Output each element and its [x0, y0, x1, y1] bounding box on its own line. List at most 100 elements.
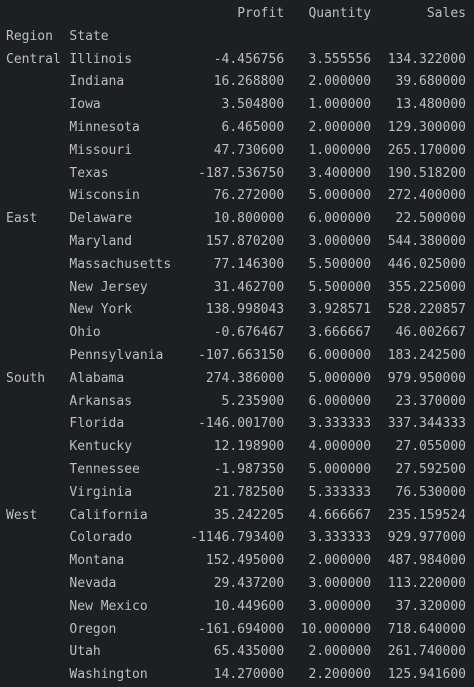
region-cell [0, 71, 69, 94]
sales-cell: 27.592500 [395, 461, 466, 477]
state-cell: Montana [69, 553, 125, 569]
quantity-cell: 3.000000 [308, 233, 372, 249]
state-cell: Wisconsin [69, 188, 140, 204]
table-row: West California 35.242205 4.666667 235.15952… [0, 505, 474, 528]
quantity-cell: 3.555556 [308, 51, 372, 67]
sales-cell: 337.344333 [387, 416, 466, 432]
quantity-cell: 6.000000 [308, 393, 372, 409]
sales-cell: 113.220000 [387, 575, 466, 591]
profit-cell: 157.870200 [205, 233, 285, 249]
profit-cell: -161.694000 [198, 621, 285, 637]
profit-cell: -107.663150 [198, 347, 285, 363]
index-header-blank-sales [371, 26, 474, 49]
sales-cell: 544.380000 [387, 233, 466, 249]
table-row: Colorado -1146.793400 3.333333 929.977000 [0, 527, 474, 550]
region-cell [0, 619, 69, 642]
profit-cell: 10.800000 [213, 211, 285, 227]
state-cell: Missouri [69, 142, 133, 158]
sales-cell: 183.242500 [387, 347, 466, 363]
table-row: Virginia 21.782500 5.333333 76.530000 [0, 482, 474, 505]
quantity-cell: 2.000000 [308, 553, 372, 569]
region-cell [0, 254, 69, 277]
column-header-empty-region [0, 3, 69, 26]
region-cell [0, 550, 69, 573]
index-header-state: State [69, 28, 109, 44]
index-header-blank-profit [179, 26, 284, 49]
state-cell: New York [69, 302, 133, 318]
quantity-cell: 4.000000 [308, 439, 372, 455]
quantity-cell: 2.200000 [308, 667, 372, 683]
state-cell: Kentucky [69, 439, 133, 455]
profit-cell: -187.536750 [198, 165, 285, 181]
region-cell [0, 277, 69, 300]
sales-cell: 528.220857 [387, 302, 466, 318]
quantity-cell: 5.500000 [308, 279, 372, 295]
state-cell: Florida [69, 416, 125, 432]
quantity-cell: 3.333333 [308, 416, 372, 432]
region-cell [0, 391, 69, 414]
column-header-sales: Sales [426, 6, 466, 21]
state-cell: Arkansas [69, 393, 133, 409]
table-row: East Delaware 10.800000 6.000000 22.500000 [0, 208, 474, 231]
sales-cell: 929.977000 [387, 530, 466, 546]
table-row: Arkansas 5.235900 6.000000 23.370000 [0, 391, 474, 414]
table-row: South Alabama 274.386000 5.000000 979.950000 [0, 368, 474, 391]
sales-cell: 446.025000 [387, 256, 466, 272]
sales-cell: 125.941600 [387, 667, 466, 683]
quantity-cell: 3.000000 [308, 575, 372, 591]
state-cell: Delaware [69, 211, 133, 227]
sales-cell: 261.740000 [387, 644, 466, 660]
state-cell: Texas [69, 165, 109, 181]
region-cell [0, 345, 69, 368]
profit-cell: -0.676467 [213, 325, 285, 341]
state-cell: New Jersey [69, 279, 148, 295]
state-cell: Alabama [69, 370, 125, 386]
table-row: Missouri 47.730600 1.000000 265.170000 [0, 140, 474, 163]
region-cell [0, 482, 69, 505]
sales-cell: 39.680000 [395, 74, 466, 90]
table-row: Indiana 16.268800 2.000000 39.680000 [0, 71, 474, 94]
dataframe-table: Profit Quantity Sales Region State Centr… [0, 3, 474, 687]
sales-cell: 979.950000 [387, 370, 466, 386]
sales-cell: 235.159524 [387, 507, 466, 523]
quantity-cell: 1.000000 [308, 142, 372, 158]
state-cell: Indiana [69, 74, 125, 90]
state-cell: Utah [69, 644, 101, 660]
region-cell [0, 573, 69, 596]
quantity-cell: 3.666667 [308, 325, 372, 341]
table-row: Utah 65.435000 2.000000 261.740000 [0, 641, 474, 664]
table-row: Florida -146.001700 3.333333 337.344333 [0, 413, 474, 436]
profit-cell: 12.198900 [213, 439, 285, 455]
table-row: Oregon -161.694000 10.000000 718.640000 [0, 619, 474, 642]
sales-cell: 129.300000 [387, 119, 466, 135]
state-cell: Ohio [69, 325, 101, 341]
state-cell: Colorado [69, 530, 133, 546]
region-cell [0, 436, 69, 459]
quantity-cell: 2.000000 [308, 119, 372, 135]
table-row: New York 138.998043 3.928571 528.220857 [0, 299, 474, 322]
profit-cell: 14.270000 [213, 667, 285, 683]
state-cell: Iowa [69, 97, 101, 113]
dataframe-output: Profit Quantity Sales Region State Centr… [0, 0, 474, 685]
state-cell: Pennsylvania [69, 347, 164, 363]
quantity-cell: 4.666667 [308, 507, 372, 523]
profit-cell: 35.242205 [213, 507, 285, 523]
sales-cell: 27.055000 [395, 439, 466, 455]
table-row: New Jersey 31.462700 5.500000 355.225000 [0, 277, 474, 300]
state-cell: Minnesota [69, 119, 140, 135]
region-cell [0, 117, 69, 140]
table-row: Kentucky 12.198900 4.000000 27.055000 [0, 436, 474, 459]
state-cell: Nevada [69, 575, 117, 591]
sales-cell: 23.370000 [395, 393, 466, 409]
sales-cell: 13.480000 [395, 97, 466, 113]
sales-cell: 190.518200 [387, 165, 466, 181]
table-row: Washington 14.270000 2.200000 125.941600 [0, 664, 474, 687]
quantity-cell: 3.333333 [308, 530, 372, 546]
state-cell: Illinois [69, 51, 133, 67]
region-cell [0, 596, 69, 619]
sales-cell: 37.320000 [395, 598, 466, 614]
region-cell: East [6, 211, 38, 227]
region-cell [0, 527, 69, 550]
sales-cell: 134.322000 [387, 51, 466, 67]
table-row: Maryland 157.870200 3.000000 544.380000 [0, 231, 474, 254]
